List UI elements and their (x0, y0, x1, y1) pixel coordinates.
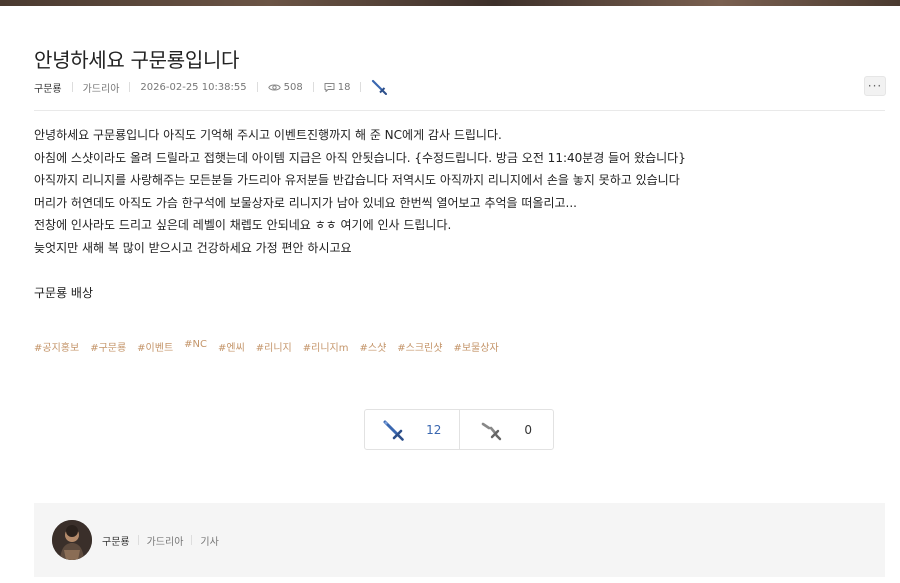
author-class: 기사 (200, 536, 219, 548)
info-divider (191, 535, 193, 545)
meta-divider (256, 82, 258, 92)
info-divider (137, 535, 139, 545)
tag-link[interactable]: #이벤트 (137, 339, 173, 355)
author-card: 구문룡 가드리아 기사 (34, 503, 885, 577)
view-count: 508 (267, 81, 303, 93)
meta-divider (71, 82, 73, 92)
body-line: 아침에 스샷이라도 올려 드릴라고 접햇는데 아이템 지급은 아직 안됫습니다.… (34, 150, 686, 165)
post-meta: 구문룡 가드리아 2026-02-25 10:38:55 508 18 (34, 78, 388, 96)
top-banner-strip (0, 0, 900, 6)
tag-link[interactable]: #리니지m (303, 339, 349, 355)
author-name[interactable]: 구문룡 (102, 533, 130, 548)
body-line: 늦엇지만 새해 복 많이 받으시고 건강하세요 가정 편안 하시고요 (34, 240, 352, 255)
tag-list: #공지홍보 #구문룡 #이벤트 #NC #엔씨 #리니지 #리니지m #스샷 #… (34, 339, 499, 355)
eye-icon (267, 84, 281, 90)
post-author[interactable]: 구문룡 (34, 80, 62, 95)
avatar-image (52, 520, 92, 560)
upvote-sword-icon (383, 420, 404, 441)
downvote-count: 0 (524, 422, 533, 437)
meta-divider (312, 82, 314, 92)
tag-link[interactable]: #보물상자 (453, 339, 498, 355)
more-options-button[interactable]: ··· (864, 76, 886, 96)
tag-link[interactable]: #구문룡 (90, 339, 126, 355)
content-divider (34, 110, 885, 111)
comment-icon (324, 82, 335, 92)
tag-link[interactable]: #리니지 (256, 339, 292, 355)
tag-link[interactable]: #스크린샷 (397, 339, 442, 355)
post-datetime: 2026-02-25 10:38:55 (140, 81, 247, 93)
downvote-broken-sword-icon (482, 422, 502, 440)
post-signature: 구문룡 배상 (34, 285, 94, 300)
upvote-count: 12 (426, 422, 442, 437)
body-line: 머리가 허연데도 아직도 가슴 한구석에 보물상자로 리니지가 남아 있네요 한… (34, 195, 577, 210)
downvote-button[interactable]: 0 (458, 410, 554, 449)
post-server: 가드리아 (82, 83, 120, 95)
avatar[interactable] (52, 520, 92, 560)
upvote-button[interactable]: 12 (365, 410, 459, 449)
vote-box: 12 0 (364, 409, 554, 450)
body-line: 전창에 인사라도 드리고 싶은데 레벨이 채렙도 안되네요 ㅎㅎ 여기에 인사 … (34, 218, 452, 232)
meta-divider (360, 82, 362, 92)
tag-link[interactable]: #공지홍보 (34, 339, 79, 355)
tag-link[interactable]: #엔씨 (218, 339, 245, 355)
author-info: 구문룡 가드리아 기사 (102, 532, 219, 548)
author-server: 가드리아 (146, 536, 184, 548)
body-line: 안녕하세요 구문룡입니다 아직도 기억해 주시고 이벤트진행까지 해 준 NC에… (34, 128, 502, 142)
tag-link[interactable]: #NC (184, 339, 207, 355)
comment-count-value: 18 (337, 81, 351, 93)
post-title: 안녕하세요 구문룡입니다 (34, 48, 240, 72)
comment-count[interactable]: 18 (324, 81, 351, 93)
post-body: 안녕하세요 구문룡입니다 아직도 기억해 주시고 이벤트진행까지 해 준 NC에… (34, 124, 874, 304)
body-line: 아직까지 리니지를 사랑해주는 모든분들 가드리아 유저분들 반갑습니다 저역시… (34, 173, 680, 187)
meta-divider (129, 82, 131, 92)
tag-link[interactable]: #스샷 (360, 339, 387, 355)
sword-icon (372, 79, 388, 95)
view-count-value: 508 (283, 81, 303, 93)
